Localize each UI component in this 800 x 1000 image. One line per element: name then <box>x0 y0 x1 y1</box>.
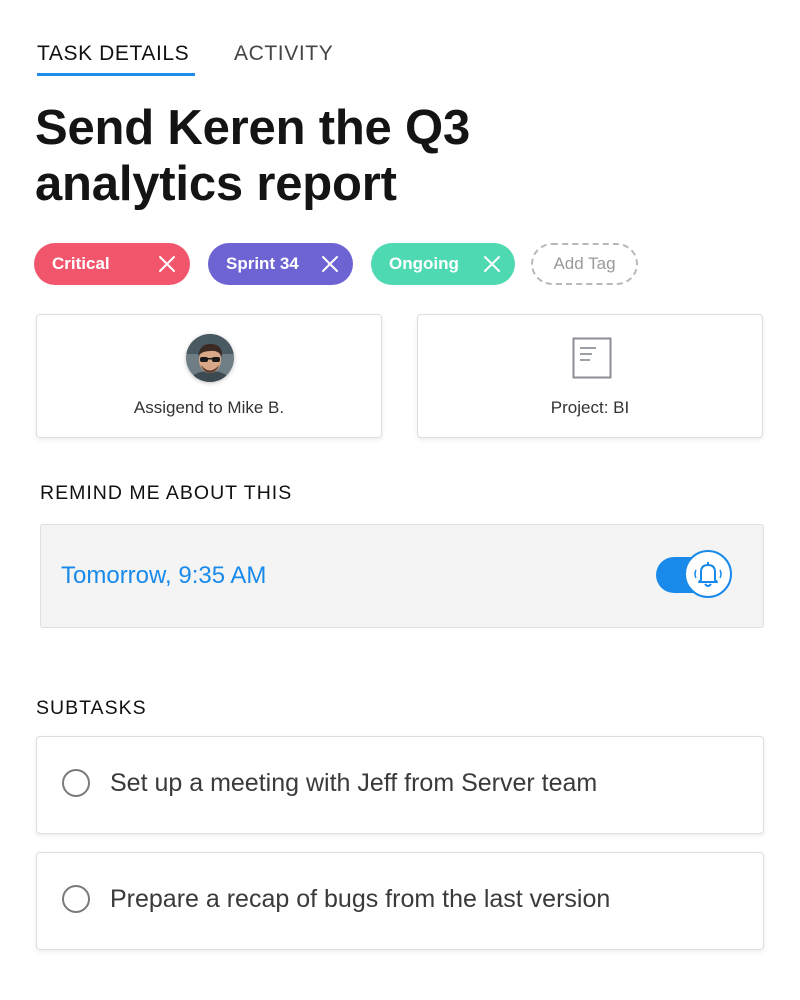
tag-sprint: Sprint 34 <box>208 243 353 285</box>
subtask-label: Set up a meeting with Jeff from Server t… <box>110 769 598 797</box>
subtask-checkbox[interactable] <box>62 885 90 913</box>
subtask-label: Prepare a recap of bugs from the last ve… <box>110 885 611 913</box>
subtask-item[interactable]: Set up a meeting with Jeff from Server t… <box>36 736 764 834</box>
avatar <box>186 334 234 382</box>
reminder-toggle[interactable] <box>656 550 736 602</box>
remove-tag-icon[interactable] <box>158 255 176 273</box>
assignee-card[interactable]: Assigend to Mike B. <box>36 314 382 438</box>
project-label: Project: BI <box>550 398 630 417</box>
tab-activity[interactable]: ACTIVITY <box>234 42 333 66</box>
project-card[interactable]: Project: BI <box>417 314 763 438</box>
tag-label: Sprint 34 <box>226 254 299 273</box>
tab-task-details[interactable]: TASK DETAILS <box>37 42 196 76</box>
remove-tag-icon[interactable] <box>321 255 339 273</box>
document-icon <box>572 337 612 384</box>
reminder-box[interactable]: Tomorrow, 9:35 AM <box>40 524 764 628</box>
reminder-heading: REMIND ME ABOUT THIS <box>40 482 293 504</box>
tag-critical: Critical <box>34 243 190 285</box>
tag-ongoing: Ongoing <box>371 243 515 285</box>
tag-label: Ongoing <box>389 254 459 273</box>
subtask-checkbox[interactable] <box>62 769 90 797</box>
remove-tag-icon[interactable] <box>483 255 501 273</box>
subtasks-heading: SUBTASKS <box>36 697 147 719</box>
bell-icon <box>684 550 732 598</box>
add-tag-button[interactable]: Add Tag <box>531 243 638 285</box>
subtask-item[interactable]: Prepare a recap of bugs from the last ve… <box>36 852 764 950</box>
assignee-label: Assigend to Mike B. <box>133 398 285 417</box>
tag-label: Critical <box>52 254 110 273</box>
task-title: Send Keren the Q3 analytics report <box>35 101 470 211</box>
reminder-time[interactable]: Tomorrow, 9:35 AM <box>61 562 266 590</box>
